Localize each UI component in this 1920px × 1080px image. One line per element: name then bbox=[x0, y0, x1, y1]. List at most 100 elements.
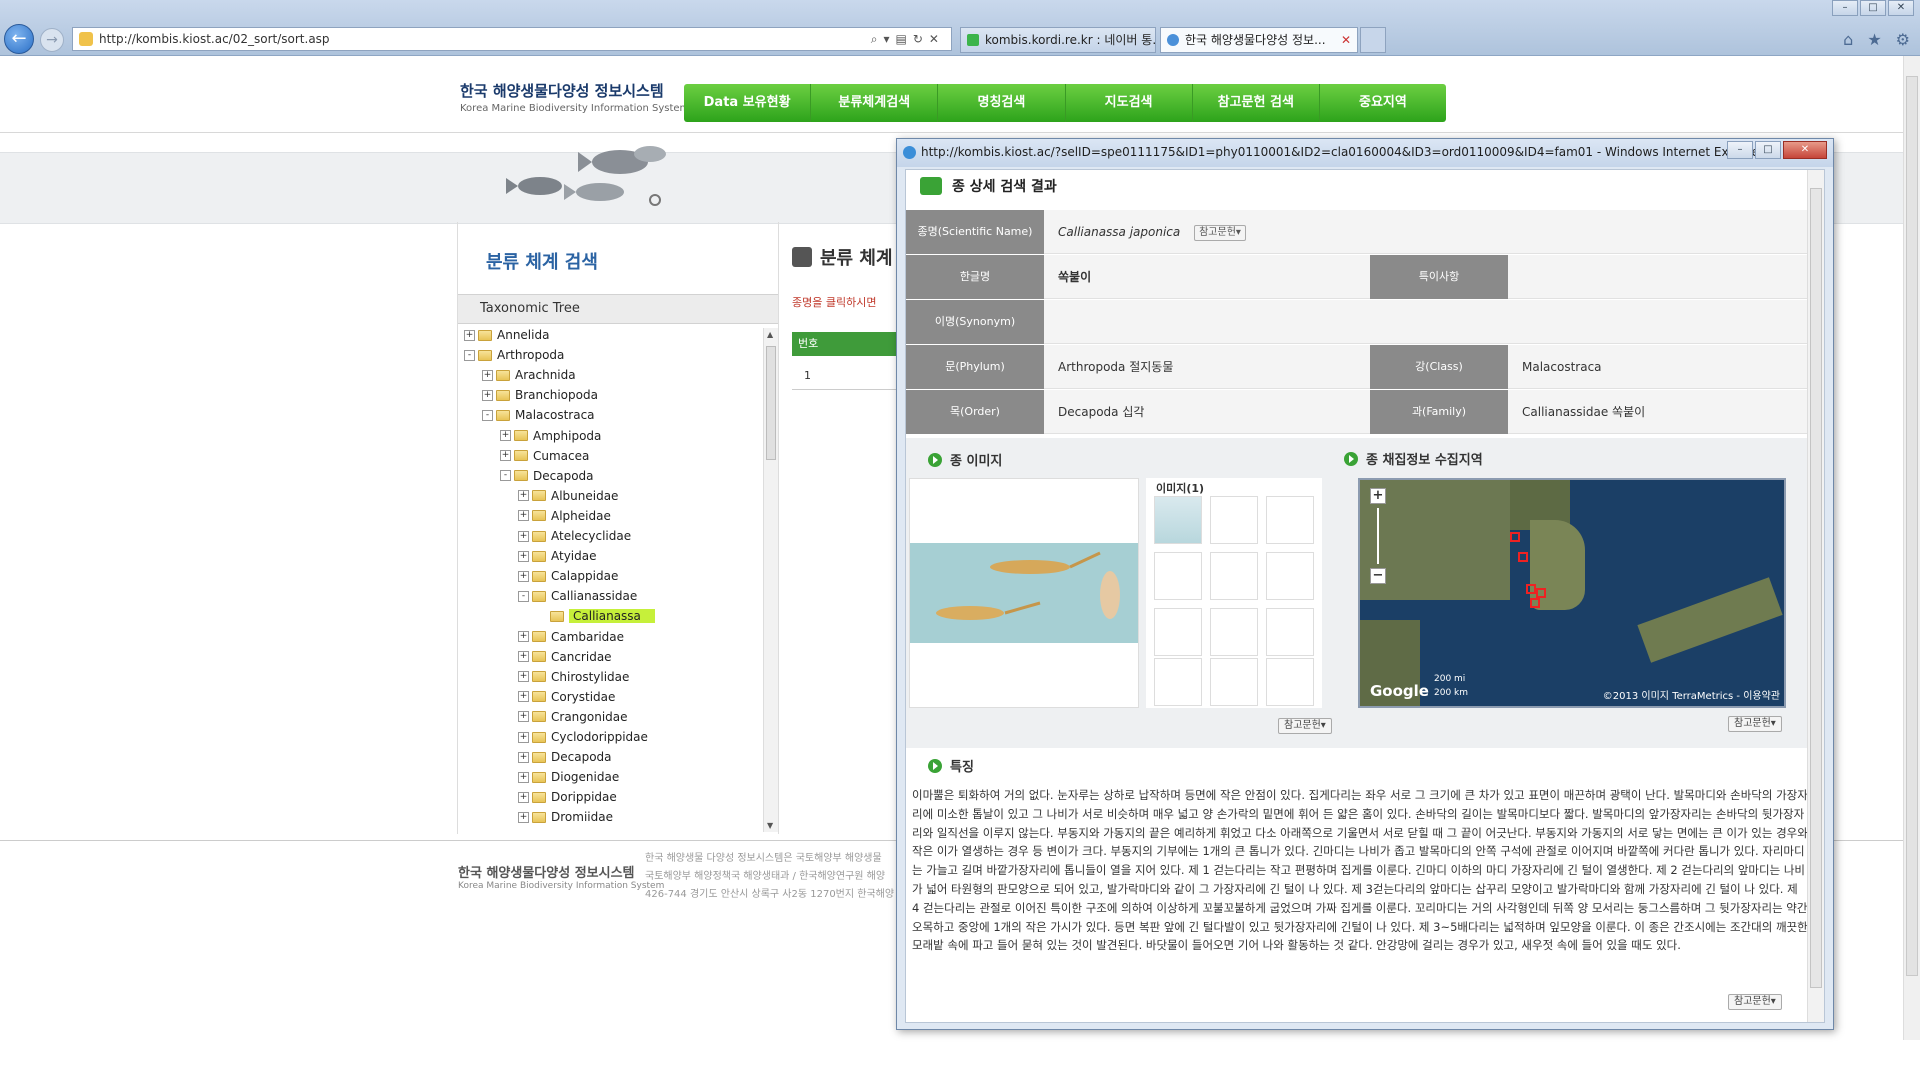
expand-icon[interactable]: + bbox=[518, 691, 529, 703]
tree-item[interactable]: + Corystidae bbox=[518, 688, 615, 706]
tree-item[interactable]: + Amphipoda bbox=[500, 427, 601, 445]
nav-reference-search[interactable]: 참고문헌 검색 bbox=[1193, 84, 1320, 122]
tree-item[interactable]: - Arthropoda bbox=[464, 346, 564, 364]
expand-icon[interactable]: + bbox=[482, 389, 493, 401]
expand-icon[interactable]: + bbox=[518, 771, 529, 783]
page-scrollbar[interactable] bbox=[1903, 56, 1920, 1040]
map-marker[interactable] bbox=[1510, 532, 1520, 542]
new-tab-button[interactable] bbox=[1360, 27, 1386, 53]
expand-icon[interactable]: + bbox=[518, 490, 529, 502]
map-reference-button[interactable]: 참고문헌▾ bbox=[1728, 716, 1782, 732]
zoom-slider[interactable] bbox=[1377, 508, 1379, 564]
expand-icon[interactable]: + bbox=[518, 510, 529, 522]
tree-item[interactable]: + Atyidae bbox=[518, 547, 597, 565]
address-bar[interactable]: http://kombis.kiost.ac/02_sort/sort.asp … bbox=[72, 27, 952, 51]
collapse-icon[interactable]: - bbox=[500, 470, 511, 482]
image-reference-button[interactable]: 참고문헌▾ bbox=[1278, 718, 1332, 734]
expand-icon[interactable]: + bbox=[518, 631, 529, 642]
maximize-button[interactable]: □ bbox=[1860, 0, 1886, 16]
species-main-image[interactable] bbox=[909, 478, 1139, 708]
tree-item[interactable]: - Callianassidae bbox=[518, 587, 637, 605]
tree-item[interactable]: + Branchiopoda bbox=[482, 386, 598, 404]
browser-tab-active[interactable]: 한국 해양생물다양성 정보... ✕ bbox=[1160, 27, 1358, 53]
expand-icon[interactable]: + bbox=[518, 550, 529, 562]
address-text[interactable]: http://kombis.kiost.ac/02_sort/sort.asp bbox=[99, 32, 871, 46]
collapse-icon[interactable]: - bbox=[518, 590, 529, 602]
site-logo[interactable]: 한국 해양생물다양성 정보시스템 Korea Marine Biodiversi… bbox=[460, 80, 689, 114]
expand-icon[interactable]: + bbox=[482, 369, 493, 381]
tree-item[interactable]: + Annelida bbox=[464, 326, 549, 344]
tools-gear-icon[interactable]: ⚙ bbox=[1896, 30, 1910, 49]
tree-item[interactable]: - Malacostraca bbox=[482, 406, 595, 424]
tree-item[interactable]: + Cumacea bbox=[500, 447, 589, 465]
feature-reference-button[interactable]: 참고문헌▾ bbox=[1728, 994, 1782, 1010]
expand-icon[interactable]: + bbox=[518, 530, 529, 542]
zoom-in-button[interactable]: + bbox=[1370, 488, 1386, 504]
collection-map[interactable]: + − Google 200 mi 200 km ©2013 이미지 Terra… bbox=[1358, 478, 1786, 708]
tree-item[interactable]: + Alpheidae bbox=[518, 507, 611, 525]
collapse-icon[interactable]: - bbox=[482, 409, 493, 421]
tree-scrollbar[interactable]: ▲ ▼ bbox=[763, 328, 778, 832]
table-row[interactable]: 1 bbox=[792, 362, 910, 390]
tree-item[interactable]: + Cambaridae bbox=[518, 628, 624, 646]
collapse-icon[interactable]: - bbox=[464, 349, 475, 361]
scrollbar-thumb[interactable] bbox=[1810, 188, 1822, 988]
tree-item[interactable]: + Atelecyclidae bbox=[518, 527, 631, 545]
minimize-button[interactable]: – bbox=[1727, 141, 1753, 159]
expand-icon[interactable]: + bbox=[500, 450, 511, 462]
map-marker[interactable] bbox=[1530, 598, 1540, 608]
label-scientific-name: 종명(Scientific Name) bbox=[906, 210, 1044, 254]
map-marker[interactable] bbox=[1526, 584, 1536, 594]
tree-item[interactable]: + Diogenidae bbox=[518, 768, 619, 786]
scrollbar-thumb[interactable] bbox=[766, 346, 776, 460]
map-marker[interactable] bbox=[1536, 588, 1546, 598]
map-marker[interactable] bbox=[1518, 552, 1528, 562]
map-copyright[interactable]: ©2013 이미지 TerraMetrics - 이용약관 bbox=[1603, 687, 1780, 702]
tree-item[interactable]: + Crangonidae bbox=[518, 708, 628, 726]
expand-icon[interactable]: + bbox=[518, 791, 529, 803]
zoom-out-button[interactable]: − bbox=[1370, 568, 1386, 584]
scrollbar-thumb[interactable] bbox=[1906, 76, 1918, 976]
expand-icon[interactable]: + bbox=[518, 751, 529, 763]
tree-item[interactable]: + Arachnida bbox=[482, 366, 576, 384]
expand-icon[interactable]: + bbox=[464, 329, 475, 341]
tree-item[interactable]: - Decapoda bbox=[500, 467, 594, 485]
expand-icon[interactable]: + bbox=[518, 651, 529, 663]
maximize-button[interactable]: □ bbox=[1755, 141, 1781, 159]
close-window-button[interactable]: ✕ bbox=[1888, 0, 1914, 16]
forward-button[interactable]: → bbox=[40, 28, 64, 52]
expand-icon[interactable]: + bbox=[518, 711, 529, 723]
favorites-star-icon[interactable]: ★ bbox=[1867, 30, 1881, 49]
tree-item[interactable]: + Albuneidae bbox=[518, 487, 618, 505]
expand-icon[interactable]: + bbox=[500, 430, 511, 441]
tree-item[interactable]: + Cancridae bbox=[518, 648, 612, 666]
close-popup-button[interactable]: ✕ bbox=[1783, 141, 1827, 159]
address-tools[interactable]: ⌕▾▤↻✕ bbox=[871, 32, 945, 47]
home-icon[interactable]: ⌂ bbox=[1843, 30, 1853, 49]
tree-item[interactable]: + Calappidae bbox=[518, 567, 618, 585]
nav-taxonomy-search[interactable]: 분류체계검색 bbox=[811, 84, 939, 122]
tree-item[interactable]: + Dorippidae bbox=[518, 788, 617, 806]
scroll-down-icon[interactable]: ▼ bbox=[767, 821, 773, 830]
browser-tab[interactable]: kombis.kordi.re.kr : 네이버 통... bbox=[960, 27, 1156, 53]
nav-data-holdings[interactable]: Data 보유현황 bbox=[684, 84, 812, 122]
tree-item[interactable]: + Dromiidae bbox=[518, 808, 613, 826]
expand-icon[interactable]: + bbox=[518, 671, 529, 683]
back-button[interactable]: ← bbox=[4, 24, 34, 54]
thumbnail-image[interactable] bbox=[1154, 496, 1202, 544]
nav-name-search[interactable]: 명칭검색 bbox=[938, 84, 1066, 122]
scroll-up-icon[interactable]: ▲ bbox=[767, 330, 773, 339]
expand-icon[interactable]: + bbox=[518, 731, 529, 743]
popup-scrollbar[interactable] bbox=[1807, 170, 1824, 1022]
reference-button[interactable]: 참고문헌▾ bbox=[1194, 224, 1246, 241]
nav-important-areas[interactable]: 중요지역 bbox=[1320, 84, 1446, 122]
expand-icon[interactable]: + bbox=[518, 811, 529, 823]
tree-item[interactable]: + Decapoda bbox=[518, 748, 612, 766]
nav-map-search[interactable]: 지도검색 bbox=[1066, 84, 1193, 122]
expand-icon[interactable]: + bbox=[518, 570, 529, 582]
tree-item[interactable]: + Cyclodorippidae bbox=[518, 728, 648, 746]
tree-item[interactable]: Callianassa bbox=[536, 607, 655, 625]
minimize-button[interactable]: – bbox=[1832, 0, 1858, 16]
tree-item[interactable]: + Chirostylidae bbox=[518, 668, 629, 686]
tab-close-icon[interactable]: ✕ bbox=[1341, 28, 1351, 52]
